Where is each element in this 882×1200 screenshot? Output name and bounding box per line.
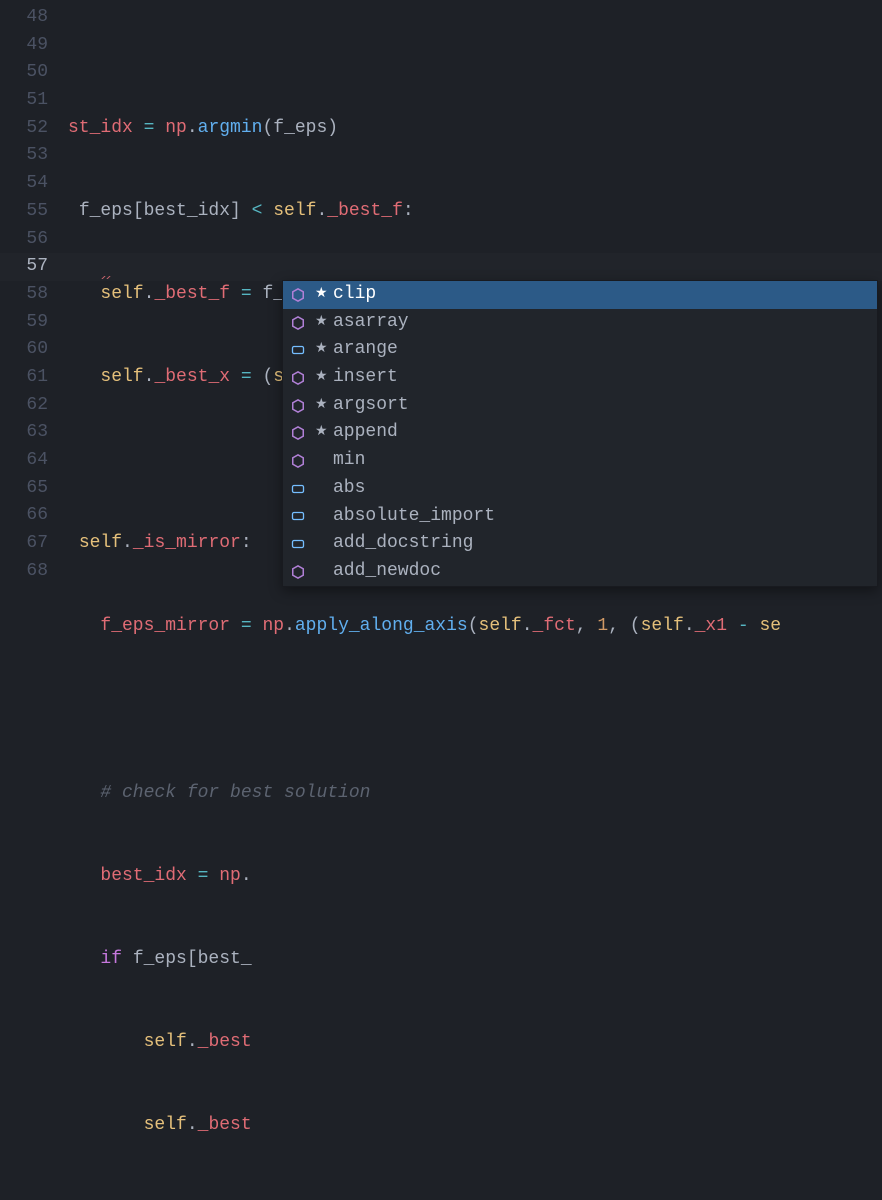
autocomplete-item[interactable]: add_newdoc [283,558,877,586]
line-number: 49 [0,32,68,60]
line-number: 54 [0,170,68,198]
star-icon: ★ [315,364,325,392]
autocomplete-item[interactable]: ★ arange [283,336,877,364]
line-number: 55 [0,198,68,226]
star-icon: ★ [315,419,325,447]
autocomplete-label: add_newdoc [333,558,871,586]
line-number: 56 [0,226,68,254]
line-number: 59 [0,309,68,337]
autocomplete-label: insert [333,364,871,392]
code-line[interactable]: f_eps[best_idx] < self._best_f: [68,198,882,226]
autocomplete-item[interactable]: ★ clip [283,281,877,309]
variable-icon [289,507,307,525]
method-icon [289,397,307,415]
star-icon: ★ [315,281,325,309]
line-number: 66 [0,502,68,530]
autocomplete-item[interactable]: min [283,447,877,475]
code-line[interactable]: best_idx = np. [68,863,882,891]
line-number: 61 [0,364,68,392]
method-icon [289,286,307,304]
line-number: 51 [0,87,68,115]
method-icon [289,563,307,581]
code-line[interactable] [68,1195,882,1200]
line-number: 58 [0,281,68,309]
code-line[interactable]: self._best [68,1112,882,1140]
autocomplete-item[interactable]: abs [283,475,877,503]
code-line[interactable]: # check for best solution [68,780,882,808]
autocomplete-label: asarray [333,309,871,337]
line-number: 52 [0,115,68,143]
star-icon: ★ [315,392,325,420]
line-number: 65 [0,475,68,503]
error-squiggle [101,276,111,279]
autocomplete-item[interactable]: add_docstring [283,530,877,558]
line-number: 60 [0,336,68,364]
variable-icon [289,341,307,359]
autocomplete-item[interactable]: absolute_import [283,503,877,531]
variable-icon [289,535,307,553]
autocomplete-item[interactable]: ★ insert [283,364,877,392]
autocomplete-item[interactable]: ★ append [283,419,877,447]
autocomplete-label: clip [333,281,871,309]
star-icon: ★ [315,309,325,337]
method-icon [289,452,307,470]
code-area[interactable]: st_idx = np.argmin(f_eps) f_eps[best_idx… [68,0,882,600]
method-icon [289,314,307,332]
code-line[interactable]: self._best [68,1029,882,1057]
autocomplete-label: min [333,447,871,475]
line-number: 48 [0,4,68,32]
autocomplete-label: add_docstring [333,530,871,558]
autocomplete-item[interactable]: ★ argsort [283,392,877,420]
autocomplete-label: abs [333,475,871,503]
code-line[interactable] [68,696,882,724]
autocomplete-label: append [333,419,871,447]
autocomplete-label: arange [333,336,871,364]
code-line[interactable]: if f_eps[best_ [68,946,882,974]
autocomplete-item[interactable]: ★ asarray [283,309,877,337]
line-number: 62 [0,392,68,420]
code-line[interactable]: st_idx = np.argmin(f_eps) [68,115,882,143]
line-number-gutter: 4849505152535455565758596061626364656667… [0,0,68,600]
code-editor: 4849505152535455565758596061626364656667… [0,0,882,600]
code-line[interactable]: f_eps_mirror = np.apply_along_axis(self.… [68,613,882,641]
line-number: 67 [0,530,68,558]
line-number: 64 [0,447,68,475]
line-number: 57 [0,253,68,281]
line-number: 68 [0,558,68,586]
line-number: 63 [0,419,68,447]
autocomplete-label: absolute_import [333,503,871,531]
star-icon: ★ [315,336,325,364]
current-line-highlight [0,253,882,281]
autocomplete-label: argsort [333,392,871,420]
method-icon [289,369,307,387]
line-number: 50 [0,59,68,87]
autocomplete-popup[interactable]: ★ clip ★ asarray ★ arange ★ insert ★ argsort ★ appe… [282,280,878,587]
method-icon [289,424,307,442]
variable-icon [289,480,307,498]
line-number: 53 [0,142,68,170]
